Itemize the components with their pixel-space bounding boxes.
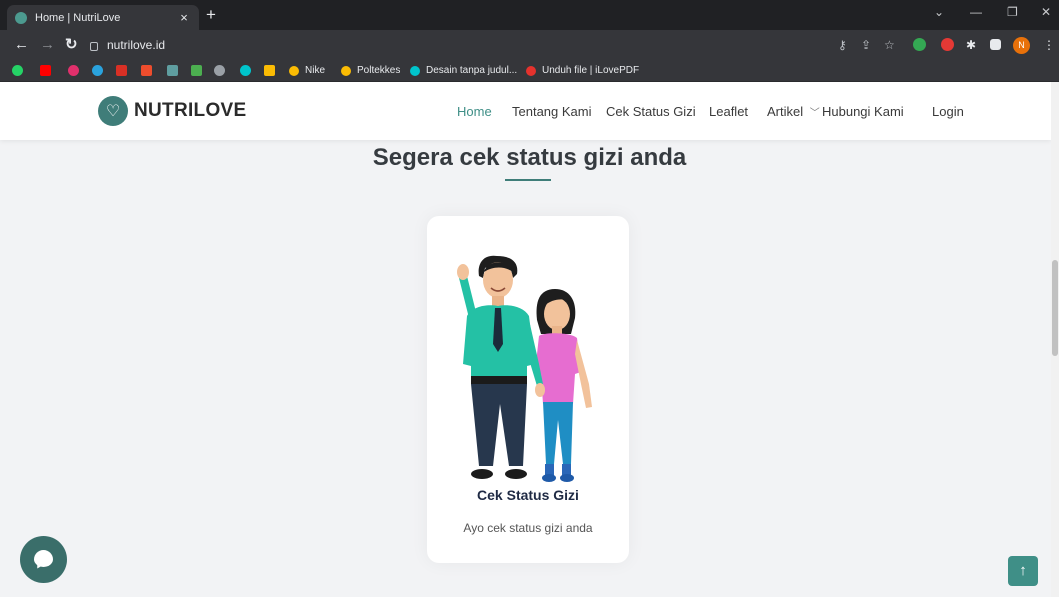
minimize-icon[interactable]: —: [970, 5, 982, 19]
heart-logo-icon: ♡: [98, 96, 128, 126]
bookmark-label: Desain tanpa judul...: [426, 65, 518, 76]
bookmark-icon[interactable]: [116, 65, 127, 76]
close-tab-icon[interactable]: ×: [177, 10, 191, 25]
key-icon[interactable]: ⚷: [838, 38, 847, 52]
tab-search-icon[interactable]: ⌄: [934, 5, 944, 19]
share-icon[interactable]: ⇪: [861, 38, 871, 52]
url-text: nutrilove.id: [107, 38, 166, 52]
bookmark-ilovepdf[interactable]: Unduh file | iLovePDF: [526, 64, 639, 78]
sidepanel-icon[interactable]: [990, 39, 1001, 50]
chat-button[interactable]: [20, 536, 67, 583]
site-header: ♡ NUTRILOVE Home Tentang Kami Cek Status…: [0, 82, 1051, 140]
puzzle-icon[interactable]: ✱: [966, 38, 976, 52]
bookmark-icon[interactable]: [167, 65, 178, 76]
forward-icon[interactable]: →: [40, 36, 55, 54]
nav-artikel-label: Artikel: [767, 104, 804, 119]
ilovepdf-icon: [526, 66, 536, 76]
drive-icon: [289, 66, 299, 76]
instagram-icon[interactable]: [68, 65, 79, 76]
back-icon[interactable]: ←: [14, 36, 29, 54]
couple-illustration: [457, 255, 592, 482]
address-bar[interactable]: nutrilove.id: [90, 35, 910, 55]
bookmark-nike[interactable]: Nike: [289, 64, 325, 78]
youtube-icon[interactable]: [40, 65, 51, 76]
nav-hubungi-kami[interactable]: Hubungi Kami: [822, 104, 904, 119]
whatsapp-icon[interactable]: [12, 65, 23, 76]
drive-icon: [341, 66, 351, 76]
title-underline: [505, 179, 551, 181]
close-window-icon[interactable]: ✕: [1041, 5, 1051, 19]
card-description: Ayo cek status gizi anda: [463, 521, 593, 535]
bookmark-poltekkes[interactable]: Poltekkes: [341, 64, 400, 78]
page-scrollbar[interactable]: [1051, 82, 1059, 597]
bookmark-label: Nike: [305, 65, 326, 76]
site-favicon-icon: [15, 11, 27, 24]
new-tab-button[interactable]: +: [206, 5, 216, 25]
bookmark-icon[interactable]: [214, 65, 225, 76]
browser-toolbar: ← → ↻ nutrilove.id ⚷ ⇪ ☆ ✱ N ⋮: [0, 30, 1059, 60]
restore-icon[interactable]: ❐: [1007, 5, 1018, 19]
bookmark-label: Poltekkes: [357, 65, 401, 76]
nav-artikel[interactable]: Artikel ﹀: [767, 104, 820, 119]
nav-leaflet[interactable]: Leaflet: [709, 104, 748, 119]
bookmark-star-icon[interactable]: ☆: [884, 38, 895, 52]
extension-icon[interactable]: [913, 38, 926, 51]
cek-status-gizi-card[interactable]: Cek Status Gizi Ayo cek status gizi anda: [427, 216, 629, 563]
profile-avatar[interactable]: N: [1013, 37, 1030, 54]
browser-tab[interactable]: Home | NutriLove ×: [7, 5, 199, 30]
lock-icon: [90, 41, 98, 51]
extension-icon[interactable]: [941, 38, 954, 51]
nav-login[interactable]: Login: [932, 104, 964, 119]
menu-icon[interactable]: ⋮: [1043, 38, 1055, 52]
telegram-icon[interactable]: [92, 65, 103, 76]
section-title: Segera cek status gizi anda: [372, 144, 687, 171]
bookmark-desain[interactable]: Desain tanpa judul...: [410, 64, 517, 78]
page-viewport: ♡ NUTRILOVE Home Tentang Kami Cek Status…: [0, 82, 1051, 597]
shop-icon[interactable]: [141, 65, 152, 76]
nav-cek-status-gizi[interactable]: Cek Status Gizi: [606, 104, 696, 119]
reload-icon[interactable]: ↻: [65, 36, 78, 54]
bookmark-icon[interactable]: [191, 65, 202, 76]
canva-icon[interactable]: [240, 65, 251, 76]
chevron-down-icon: ﹀: [809, 108, 820, 119]
scrollbar-thumb[interactable]: [1052, 260, 1058, 356]
tab-title: Home | NutriLove: [35, 11, 121, 24]
back-to-top-button[interactable]: ↑: [1008, 556, 1038, 586]
site-logo[interactable]: ♡ NUTRILOVE: [98, 96, 246, 126]
canva-icon: [410, 66, 420, 76]
bookmarks-bar: Nike Poltekkes Desain tanpa judul... Und…: [0, 60, 1059, 82]
bookmark-label: Unduh file | iLovePDF: [542, 65, 640, 76]
nav-home[interactable]: Home: [457, 104, 492, 119]
nav-tentang-kami[interactable]: Tentang Kami: [512, 104, 592, 119]
image-icon[interactable]: [264, 65, 275, 76]
logo-text: NUTRILOVE: [134, 100, 247, 121]
browser-tab-strip: Home | NutriLove × + ⌄ — ❐ ✕: [0, 0, 1059, 30]
card-title: Cek Status Gizi: [477, 487, 579, 503]
